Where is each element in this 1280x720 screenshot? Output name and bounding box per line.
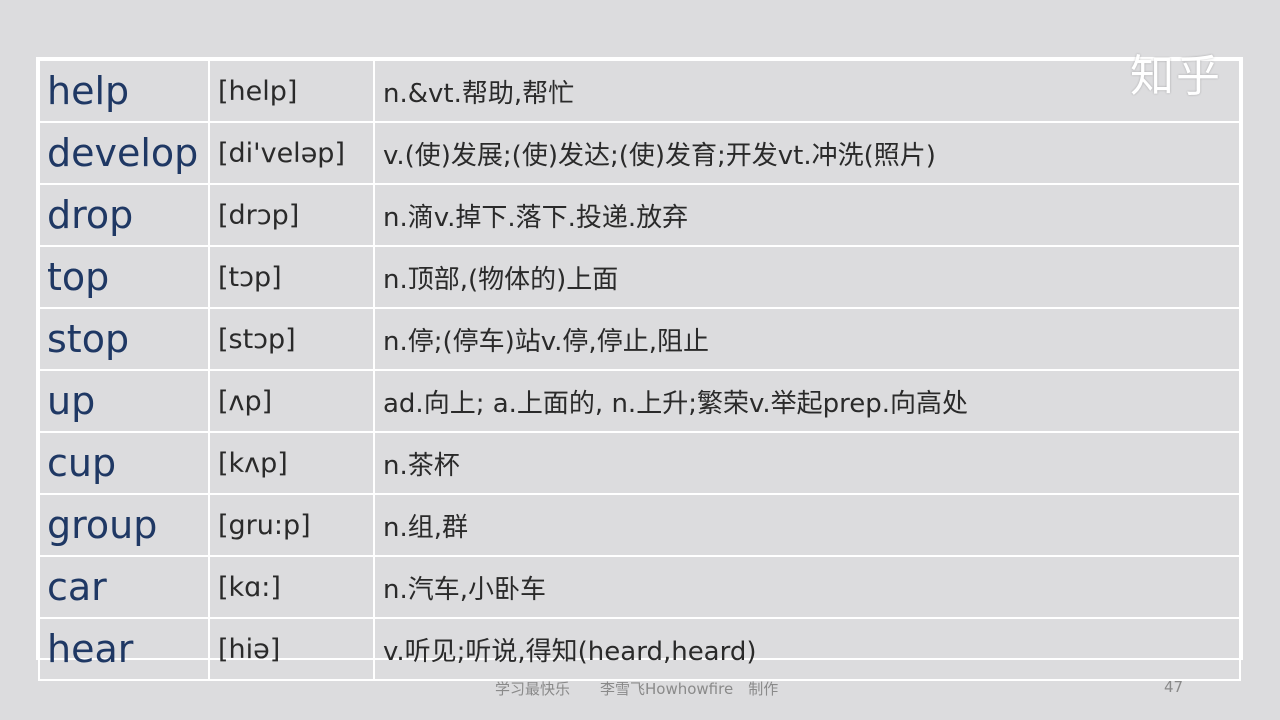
word-cell: drop bbox=[38, 183, 210, 247]
phonetic-cell: [help] bbox=[208, 59, 375, 123]
phonetic-cell: [kʌp] bbox=[208, 431, 375, 495]
phonetic-cell: [gru:p] bbox=[208, 493, 375, 557]
phonetic-cell: [ʌp] bbox=[208, 369, 375, 433]
vocabulary-table-container: help [help] n.&vt.帮助,帮忙 develop [di'velə… bbox=[36, 57, 1243, 681]
phonetic-cell: [di'veləp] bbox=[208, 121, 375, 185]
table-row: car [kɑ:] n.汽车,小卧车 bbox=[38, 555, 1241, 619]
word-cell: group bbox=[38, 493, 210, 557]
page-number: 47 bbox=[1164, 678, 1184, 696]
word-cell: stop bbox=[38, 307, 210, 371]
phonetic-cell: [tɔp] bbox=[208, 245, 375, 309]
word-cell: car bbox=[38, 555, 210, 619]
meaning-cell: ad.向上; a.上面的, n.上升;繁荣v.举起prep.向高处 bbox=[373, 369, 1241, 433]
meaning-cell: n.汽车,小卧车 bbox=[373, 555, 1241, 619]
meaning-cell: v.(使)发展;(使)发达;(使)发育;开发vt.冲洗(照片) bbox=[373, 121, 1241, 185]
table-row: drop [drɔp] n.滴v.掉下.落下.投递.放弃 bbox=[38, 183, 1241, 247]
meaning-cell: n.&vt.帮助,帮忙 bbox=[373, 59, 1241, 123]
table-row: develop [di'veləp] v.(使)发展;(使)发达;(使)发育;开… bbox=[38, 121, 1241, 185]
word-cell: develop bbox=[38, 121, 210, 185]
phonetic-cell: [hiə] bbox=[208, 617, 375, 681]
meaning-cell: n.滴v.掉下.落下.投递.放弃 bbox=[373, 183, 1241, 247]
word-cell: help bbox=[38, 59, 210, 123]
phonetic-cell: [stɔp] bbox=[208, 307, 375, 371]
word-cell: top bbox=[38, 245, 210, 309]
meaning-cell: n.茶杯 bbox=[373, 431, 1241, 495]
meaning-cell: n.顶部,(物体的)上面 bbox=[373, 245, 1241, 309]
phonetic-cell: [drɔp] bbox=[208, 183, 375, 247]
table-row: hear [hiə] v.听见;听说,得知(heard,heard) bbox=[38, 617, 1241, 681]
table-row: help [help] n.&vt.帮助,帮忙 bbox=[38, 59, 1241, 123]
meaning-cell: n.组,群 bbox=[373, 493, 1241, 557]
table-row: up [ʌp] ad.向上; a.上面的, n.上升;繁荣v.举起prep.向高… bbox=[38, 369, 1241, 433]
word-cell: cup bbox=[38, 431, 210, 495]
footer-credit: 学习最快乐 李雪飞Howhowfire 制作 bbox=[495, 680, 779, 698]
phonetic-cell: [kɑ:] bbox=[208, 555, 375, 619]
table-row: stop [stɔp] n.停;(停车)站v.停,停止,阻止 bbox=[38, 307, 1241, 371]
table-row: top [tɔp] n.顶部,(物体的)上面 bbox=[38, 245, 1241, 309]
table-row: cup [kʌp] n.茶杯 bbox=[38, 431, 1241, 495]
word-cell: hear bbox=[38, 617, 210, 681]
zhihu-watermark: 知乎 bbox=[1130, 51, 1222, 102]
word-cell: up bbox=[38, 369, 210, 433]
meaning-cell: v.听见;听说,得知(heard,heard) bbox=[373, 617, 1241, 681]
table-row: group [gru:p] n.组,群 bbox=[38, 493, 1241, 557]
vocabulary-table: help [help] n.&vt.帮助,帮忙 develop [di'velə… bbox=[38, 59, 1241, 681]
meaning-cell: n.停;(停车)站v.停,停止,阻止 bbox=[373, 307, 1241, 371]
